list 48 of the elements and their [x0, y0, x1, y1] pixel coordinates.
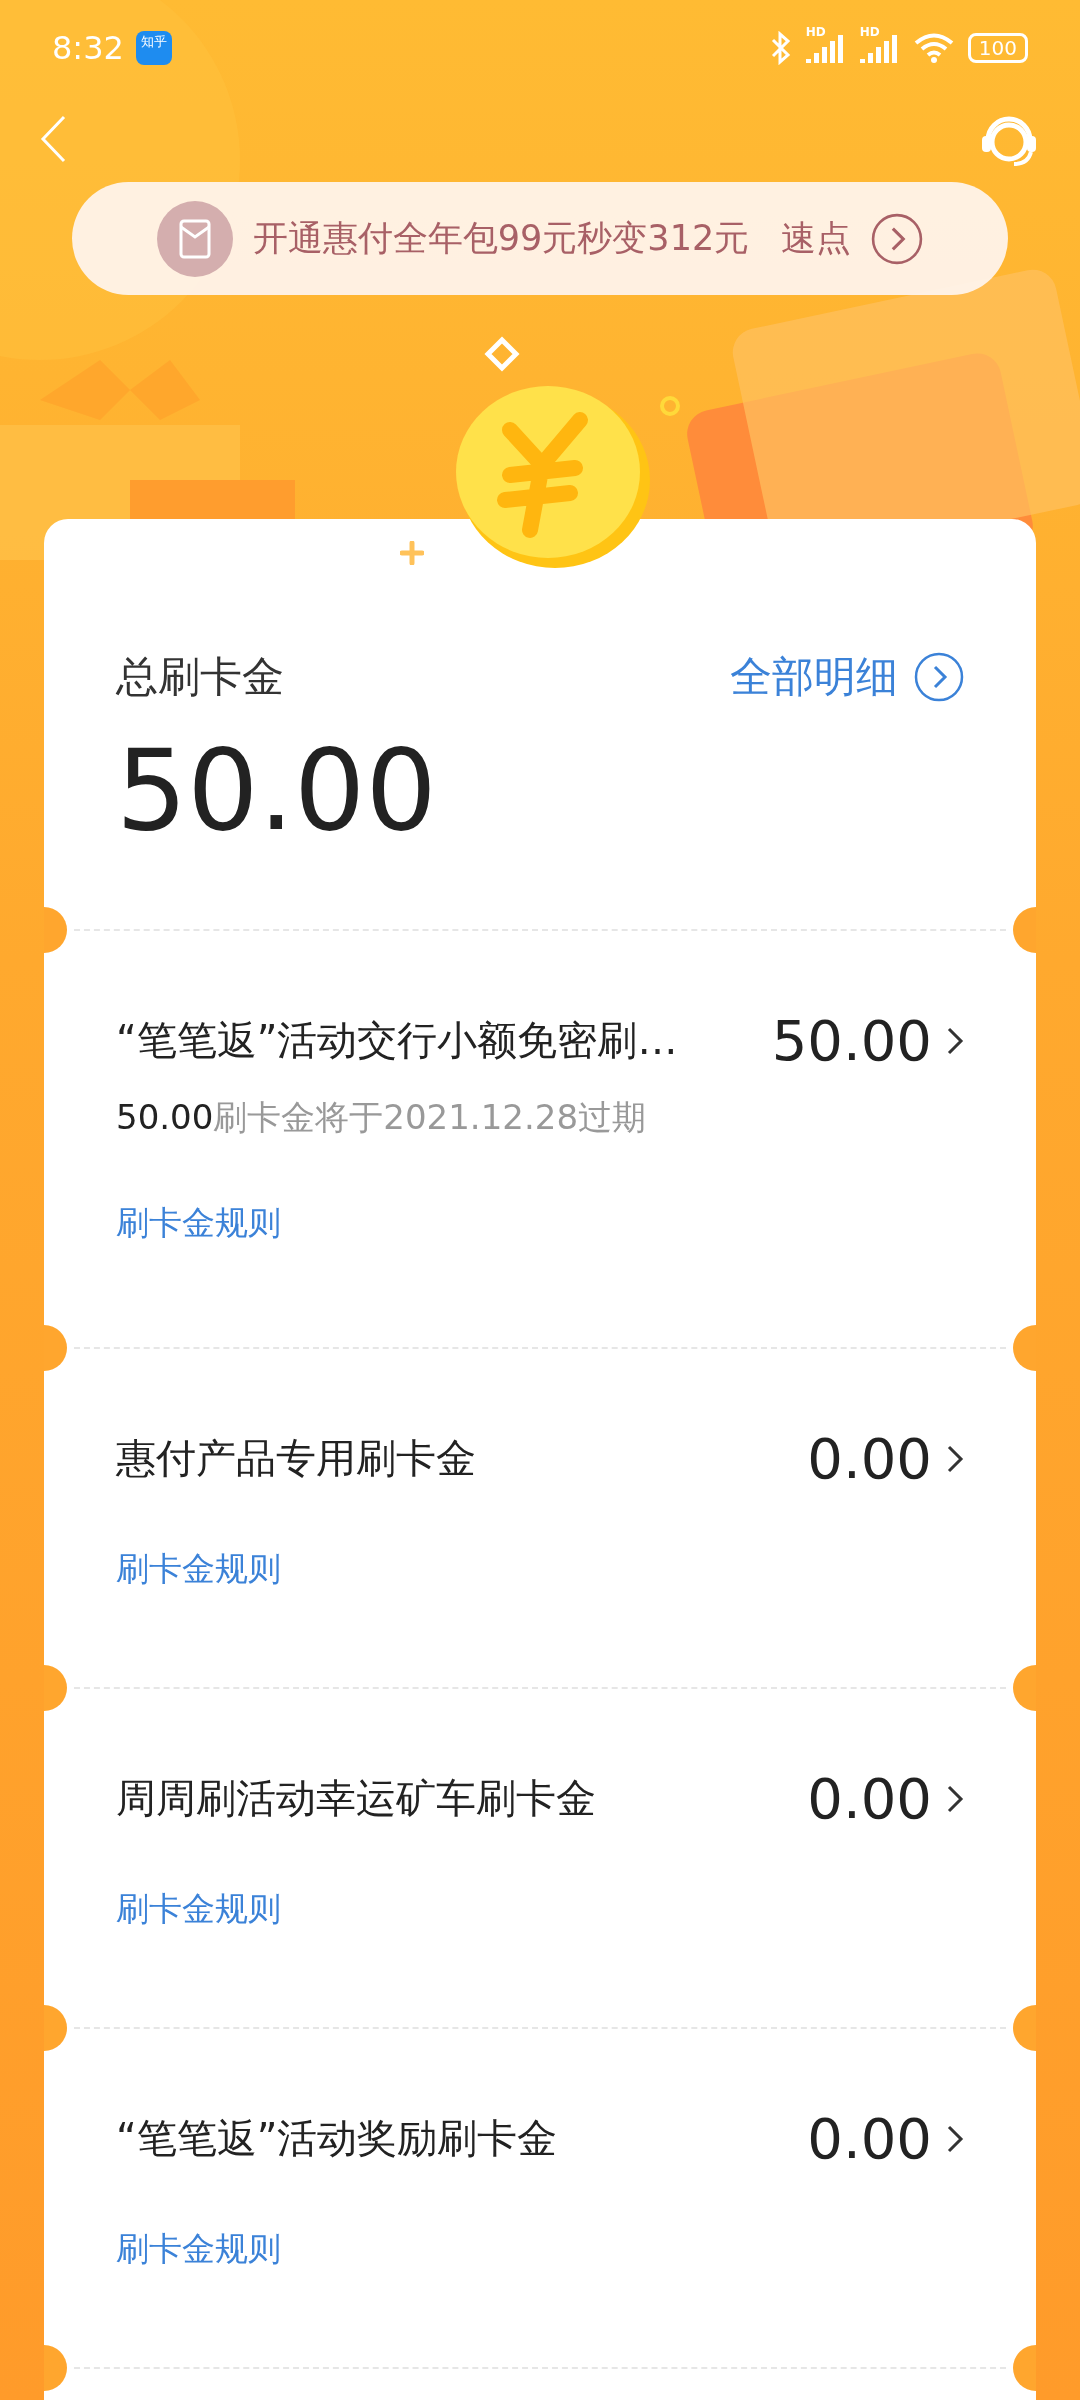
app-notification-icon: 知乎 [135, 31, 172, 65]
rules-link[interactable]: 刷卡金规则 [116, 1887, 281, 1932]
all-details-link[interactable]: 全部明细 [730, 649, 964, 705]
promo-text: 开通惠付全年包99元秒变312元 [252, 217, 750, 260]
bluetooth-icon [769, 31, 792, 65]
item-amount[interactable]: 0.00 [807, 2106, 964, 2171]
chevron-circle-icon [871, 212, 924, 265]
ticket-notch [44, 1665, 67, 1711]
chevron-circle-icon [914, 652, 964, 702]
chevron-right-icon [946, 1025, 964, 1056]
ticket-notch [44, 2345, 67, 2391]
item-title: 周周刷活动幸运矿车刷卡金 [116, 1774, 596, 1823]
item-amount[interactable]: 50.00 [771, 1008, 964, 1073]
sparkle-icon [484, 336, 520, 372]
sparkle-icon [400, 541, 424, 565]
ticket-notch [44, 907, 67, 953]
envelope-icon [156, 200, 233, 277]
promo-action-text: 速点 [781, 217, 852, 260]
item-amount[interactable]: 0.00 [807, 1766, 964, 1831]
ticket-notch [1013, 2005, 1036, 2051]
battery-indicator: 100 [967, 33, 1028, 63]
chevron-right-icon [946, 1443, 964, 1474]
wifi-icon [913, 32, 954, 64]
ticket-notch [1013, 2345, 1036, 2391]
chevron-right-icon [946, 1783, 964, 1814]
back-icon [40, 115, 66, 163]
back-button[interactable] [40, 115, 66, 163]
chevron-right-icon [946, 2123, 964, 2154]
rules-link[interactable]: 刷卡金规则 [116, 1547, 281, 1592]
rules-link[interactable]: 刷卡金规则 [116, 1201, 281, 1246]
item-title: 惠付产品专用刷卡金 [116, 1434, 476, 1483]
ticket-notch [1013, 1665, 1036, 1711]
network-type-text: HD [859, 25, 880, 39]
expiry-note: 50.00刷卡金将于2021.12.28过期 [116, 1096, 647, 1139]
ticket-notch [1013, 907, 1036, 953]
ticket-notch [44, 1325, 67, 1371]
ticket-notch [44, 2005, 67, 2051]
rules-link[interactable]: 刷卡金规则 [116, 2227, 281, 2272]
total-label: 总刷卡金 [116, 651, 284, 703]
item-title: “笔笔返”活动交行小额免密刷… [116, 1016, 678, 1065]
promo-banner[interactable]: 开通惠付全年包99元秒变312元 速点 [72, 182, 1008, 295]
network-type-text: HD [805, 25, 826, 39]
item-amount[interactable]: 0.00 [807, 1426, 964, 1491]
item-title: “笔笔返”活动奖励刷卡金 [116, 2114, 558, 2163]
clock-text: 8:32 [52, 29, 124, 67]
ticket-notch [1013, 1325, 1036, 1371]
total-amount: 50.00 [116, 725, 438, 855]
sparkle-icon [660, 396, 680, 416]
